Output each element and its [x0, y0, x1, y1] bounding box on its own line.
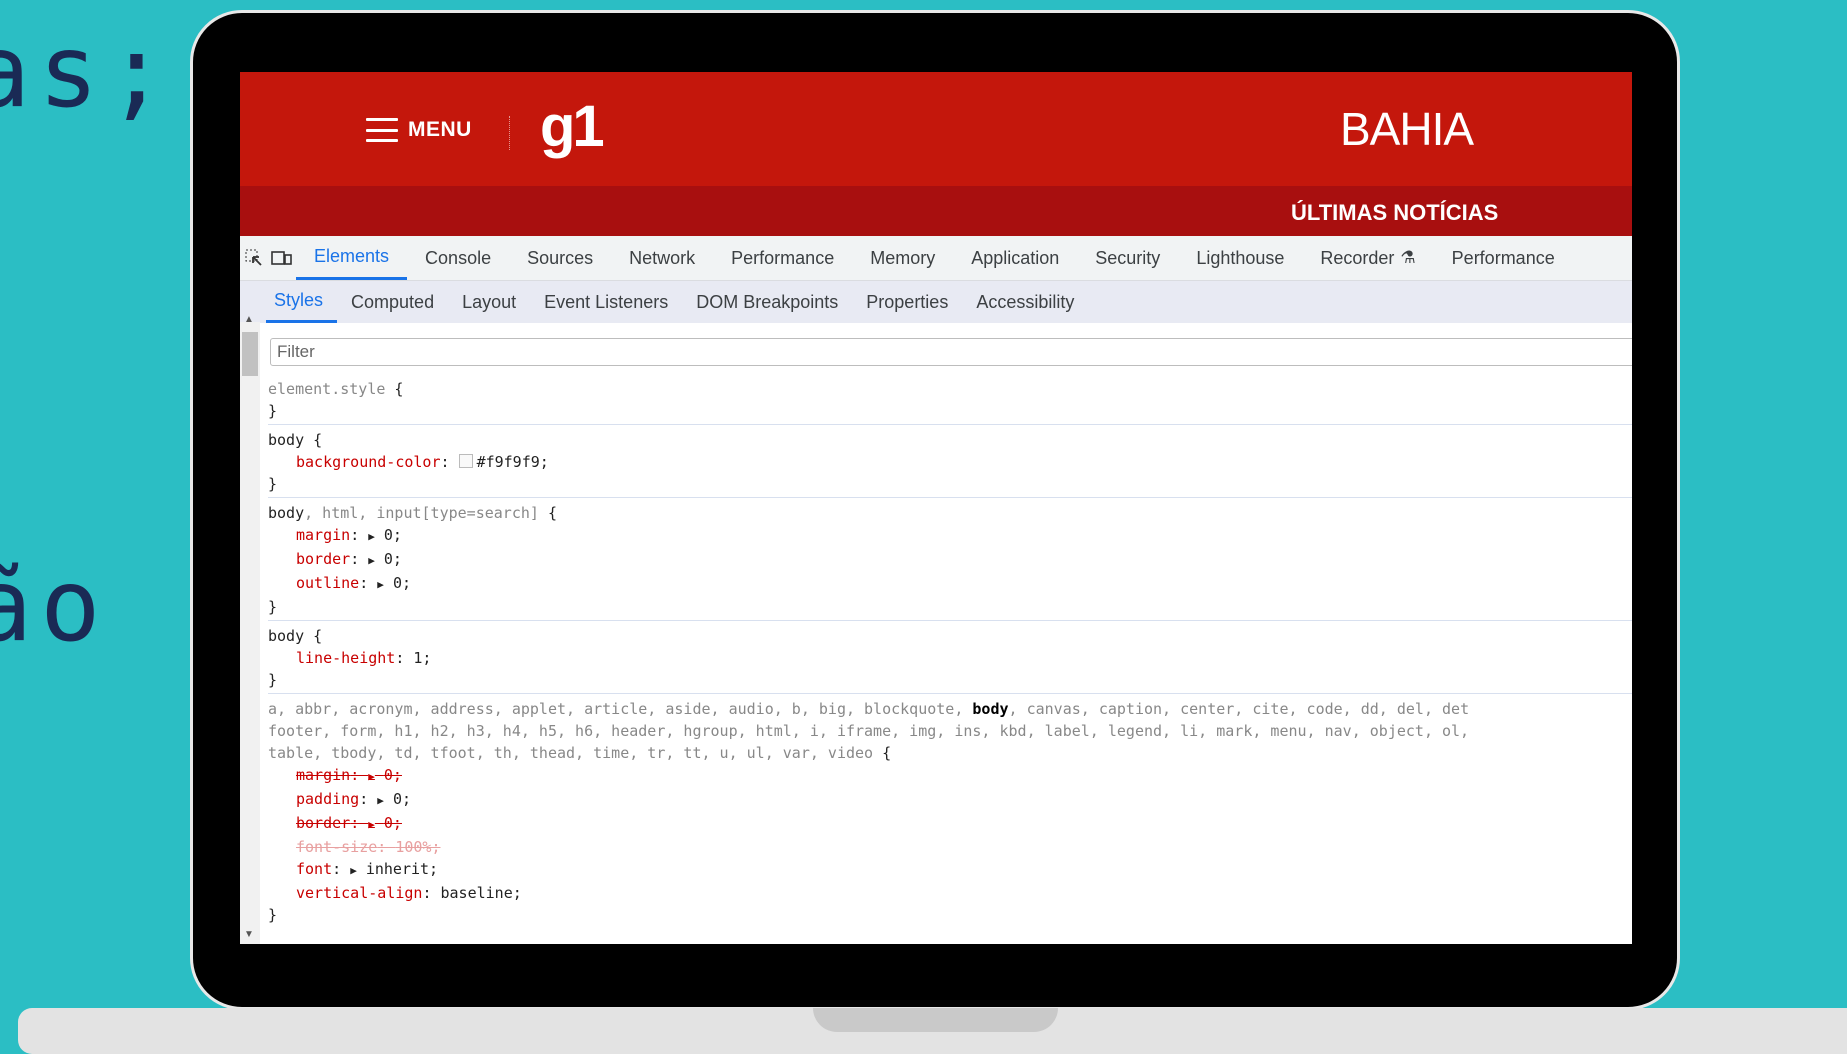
rule-selector-part[interactable]: , canvas, caption, center, cite, code, d…: [1009, 700, 1470, 718]
tab-recorder[interactable]: Recorder ⚗: [1302, 236, 1433, 280]
menu-label: MENU: [408, 118, 472, 141]
rule-selector[interactable]: element.style: [268, 380, 385, 398]
property-name[interactable]: border: [296, 814, 350, 832]
css-rules: element.style { } body { background-colo…: [268, 374, 1632, 928]
tab-elements[interactable]: Elements: [296, 236, 408, 280]
g1-header: MENU g1 BAHIA: [240, 72, 1632, 186]
color-swatch[interactable]: [458, 454, 473, 468]
styles-subtabbar: Styles Computed Layout Event Listeners D…: [240, 281, 1632, 323]
hamburger-icon: [366, 118, 398, 142]
subtab-layout[interactable]: Layout: [448, 281, 530, 323]
tab-recorder-label: Recorder: [1320, 247, 1395, 268]
property-value[interactable]: 0;: [384, 550, 402, 568]
tab-console[interactable]: Console: [407, 236, 509, 280]
g1-subheader: ÚLTIMAS NOTÍCIAS: [240, 186, 1632, 236]
tab-performance[interactable]: Performance: [713, 236, 852, 280]
expand-triangle-icon[interactable]: ▶: [377, 794, 384, 807]
header-divider: [509, 116, 510, 150]
property-name[interactable]: font: [296, 860, 332, 878]
property-value[interactable]: baseline;: [441, 884, 522, 902]
rule-selector-part[interactable]: footer, form, h1, h2, h3, h4, h5, h6, he…: [268, 720, 1632, 742]
expand-triangle-icon[interactable]: ▶: [368, 554, 375, 567]
scroll-down-icon[interactable]: ▼: [244, 929, 254, 940]
rule-selector[interactable]: body: [268, 627, 304, 645]
rule-selector[interactable]: body: [268, 431, 304, 449]
rule-selector-match[interactable]: body: [268, 504, 304, 522]
tab-sources[interactable]: Sources: [509, 236, 611, 280]
rule-reset: a, abbr, acronym, address, applet, artic…: [268, 694, 1632, 928]
subtab-dom-breakpoints[interactable]: DOM Breakpoints: [682, 281, 852, 323]
scroll-thumb[interactable]: [242, 332, 258, 376]
rule-selector-match[interactable]: body: [972, 700, 1008, 718]
rule-element-style: element.style { }: [268, 374, 1632, 425]
property-name[interactable]: margin: [296, 526, 350, 544]
expand-triangle-icon[interactable]: ▶: [350, 864, 357, 877]
property-value[interactable]: 0;: [393, 790, 411, 808]
property-name[interactable]: line-height: [296, 649, 395, 667]
property-name[interactable]: padding: [296, 790, 359, 808]
latest-news-link[interactable]: ÚLTIMAS NOTÍCIAS: [1291, 200, 1498, 226]
property-value[interactable]: 0;: [384, 766, 402, 784]
rule-selector-rest[interactable]: , html, input[type=search]: [304, 504, 539, 522]
property-name[interactable]: margin: [296, 766, 350, 784]
flask-icon: ⚗: [1400, 248, 1416, 267]
property-value[interactable]: inherit;: [366, 860, 438, 878]
property-value[interactable]: #f9f9f9;: [477, 453, 549, 471]
property-name[interactable]: outline: [296, 574, 359, 592]
subtab-accessibility[interactable]: Accessibility: [962, 281, 1088, 323]
subtab-properties[interactable]: Properties: [852, 281, 962, 323]
background-text-1: as;: [0, 13, 175, 130]
rule-selector-part[interactable]: table, tbody, td, tfoot, th, thead, time…: [268, 744, 873, 762]
property-value[interactable]: 100%;: [395, 838, 440, 856]
g1-logo[interactable]: g1: [540, 98, 605, 156]
rule-selector-part[interactable]: a, abbr, acronym, address, applet, artic…: [268, 700, 972, 718]
property-name[interactable]: border: [296, 550, 350, 568]
tab-performance-insights[interactable]: Performance: [1434, 236, 1573, 280]
property-value[interactable]: 0;: [384, 814, 402, 832]
scrollbar[interactable]: ▲ ▼: [240, 314, 260, 944]
region-title[interactable]: BAHIA: [1340, 102, 1474, 156]
rule-body-line-height: body { line-height: 1; }: [268, 621, 1632, 694]
styles-pane: ▲ ▼ Filter element.style { } body { back…: [240, 314, 1632, 944]
devtools-tabbar: Elements Console Sources Network Perform…: [240, 236, 1632, 281]
background-text-2: ão: [0, 547, 109, 664]
rule-body-html-input: body, html, input[type=search] { margin:…: [268, 498, 1632, 621]
laptop-notch: [813, 1008, 1058, 1032]
subtab-styles[interactable]: Styles: [266, 281, 338, 323]
property-value[interactable]: 0;: [393, 574, 411, 592]
device-toolbar-icon[interactable]: [268, 236, 296, 280]
tab-network[interactable]: Network: [611, 236, 713, 280]
property-name[interactable]: vertical-align: [296, 884, 422, 902]
inspect-element-icon[interactable]: [240, 236, 268, 280]
expand-triangle-icon[interactable]: ▶: [368, 818, 375, 831]
expand-triangle-icon[interactable]: ▶: [377, 578, 384, 591]
laptop-screen: MENU g1 BAHIA ÚLTIMAS NOTÍCIAS Elements …: [240, 72, 1632, 944]
subtab-computed[interactable]: Computed: [337, 281, 448, 323]
filter-input[interactable]: Filter: [270, 338, 1632, 366]
expand-triangle-icon[interactable]: ▶: [368, 530, 375, 543]
tab-application[interactable]: Application: [953, 236, 1077, 280]
expand-triangle-icon[interactable]: ▶: [368, 770, 375, 783]
rule-body-background: body { background-color: #f9f9f9; }: [268, 425, 1632, 498]
tab-memory[interactable]: Memory: [852, 236, 953, 280]
tab-security[interactable]: Security: [1077, 236, 1178, 280]
property-name[interactable]: font-size: [296, 838, 377, 856]
property-value[interactable]: 0;: [384, 526, 402, 544]
menu-button[interactable]: MENU: [366, 118, 472, 142]
scroll-up-icon[interactable]: ▲: [244, 314, 254, 325]
property-value[interactable]: 1;: [413, 649, 431, 667]
subtab-event-listeners[interactable]: Event Listeners: [530, 281, 682, 323]
property-name[interactable]: background-color: [296, 453, 441, 471]
tab-lighthouse[interactable]: Lighthouse: [1178, 236, 1302, 280]
